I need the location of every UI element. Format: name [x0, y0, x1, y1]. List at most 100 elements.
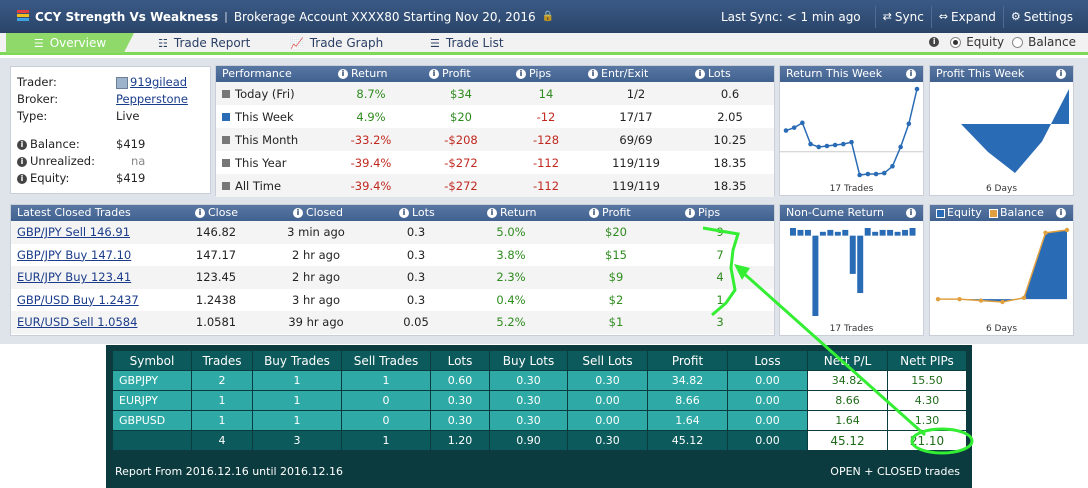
- symbol-cell: EURJPY: [112, 390, 192, 411]
- chart-footer: 6 Days: [985, 184, 1018, 194]
- profit-cell: -$272: [444, 155, 478, 170]
- trade-link[interactable]: EUR/USD Sell 1.0584: [17, 315, 137, 329]
- info-icon[interactable]: i: [929, 37, 940, 47]
- report-col-header[interactable]: Buy Trades: [252, 350, 342, 371]
- equity-balance-chart: [935, 227, 1070, 305]
- col-closed[interactable]: i Closed: [293, 205, 343, 221]
- info-icon[interactable]: i: [17, 139, 27, 150]
- bar: [872, 231, 879, 236]
- report-col-header[interactable]: Lots: [430, 350, 490, 371]
- sync-icon: ⇄: [882, 10, 892, 23]
- trader-link[interactable]: 919gilead: [130, 75, 187, 89]
- tab-trade-graph[interactable]: 📈 Trade Graph: [290, 33, 383, 53]
- col-entr-exit-label: Entr/Exit: [601, 67, 649, 80]
- report-table: Symbol Trades Buy Trades Sell Trades Lots Buy…: [112, 350, 967, 451]
- bar: [819, 231, 826, 236]
- return-cell: 0.4%: [496, 292, 526, 307]
- period-label: This Month: [235, 132, 299, 147]
- data-point: [832, 142, 838, 148]
- profit-cell: $20: [450, 109, 472, 124]
- equity-radio[interactable]: [950, 36, 962, 48]
- overview-icon: ☰: [33, 36, 44, 50]
- profit-cell: $9: [566, 266, 666, 289]
- report-total-row: 4 3 1 1.20 0.90 0.30 45.12 0.00 45.12 21.10: [112, 430, 967, 451]
- col-pips[interactable]: i Pips: [685, 205, 720, 221]
- report-col-header[interactable]: Loss: [727, 350, 808, 371]
- calendar-icon: [222, 90, 230, 98]
- col-close[interactable]: i Close: [195, 205, 238, 221]
- chart-header: Profit This Week i: [930, 66, 1073, 82]
- expand-icon: ⇔: [938, 10, 949, 23]
- report-col-header[interactable]: Buy Lots: [489, 350, 568, 371]
- report-col-header[interactable]: Profit: [647, 350, 728, 371]
- col-profit[interactable]: i Profit: [589, 205, 631, 221]
- info-icon[interactable]: i: [17, 156, 27, 167]
- balance-point: [1021, 295, 1027, 300]
- table-row: GBP/USD Buy 1.2437 1.2438 3 hr ago 0.3 0…: [11, 289, 774, 312]
- bar: [879, 229, 886, 236]
- report-cell: 45.12: [807, 430, 888, 451]
- info-icon: i: [338, 69, 348, 79]
- calendar-icon: [222, 159, 230, 167]
- data-point: [808, 141, 813, 147]
- col-return-label: Return: [500, 206, 537, 219]
- col-entr-exit[interactable]: i Entr/Exit: [588, 66, 648, 82]
- col-pips-label: Pips: [698, 206, 721, 219]
- table-row: This Week 4.9% $20 -12 17/17 2.05: [216, 105, 774, 128]
- trade-link[interactable]: EUR/JPY Buy 123.41: [17, 270, 131, 284]
- period-cell: This Week: [216, 105, 326, 128]
- profit-area: [934, 89, 1069, 173]
- symbol-cell: [112, 430, 192, 451]
- performance-panel: Performance i Return i Profit i Pips i Entr/…: [215, 65, 775, 197]
- col-return[interactable]: i Return: [487, 205, 537, 221]
- report-cell: 0.30: [430, 390, 490, 411]
- bar: [887, 229, 894, 236]
- report-cell: 4: [191, 430, 253, 451]
- settings-button[interactable]: ⚙ Settings: [1002, 5, 1080, 28]
- bar: [864, 228, 871, 236]
- col-profit[interactable]: i Profit: [429, 66, 471, 82]
- col-return[interactable]: i Return: [338, 66, 388, 82]
- report-col-header[interactable]: Nett PIPs: [887, 350, 967, 371]
- col-pips[interactable]: i Pips: [516, 66, 551, 82]
- table-row: Today (Fri) 8.7% $34 14 1/2 0.6: [216, 82, 774, 105]
- report-col-header[interactable]: Symbol: [112, 350, 192, 371]
- expand-button[interactable]: ⇔ Expand: [930, 5, 1003, 28]
- tab-trade-report[interactable]: ☷ Trade Report: [158, 33, 250, 53]
- chart-footer: 17 Trades: [829, 324, 874, 334]
- sync-button[interactable]: ⇄ Sync: [874, 5, 931, 28]
- col-lots[interactable]: i Lots: [695, 66, 731, 82]
- symbol-cell: GBPUSD: [112, 410, 192, 431]
- info-icon[interactable]: i: [1056, 69, 1066, 79]
- info-icon: i: [487, 208, 497, 218]
- tab-trade-list[interactable]: ☰ Trade List: [430, 33, 504, 53]
- pips-cell: 9: [666, 221, 774, 244]
- lots-cell: 0.05: [376, 311, 456, 334]
- info-icon[interactable]: i: [906, 208, 916, 218]
- report-col-header[interactable]: Sell Trades: [341, 350, 431, 371]
- balance-radio[interactable]: [1012, 36, 1024, 48]
- line-chart-icon: 📈: [290, 36, 304, 50]
- chart-footer: 6 Days: [985, 324, 1018, 334]
- info-icon[interactable]: i: [17, 173, 27, 184]
- bar: [842, 229, 849, 236]
- balance-point: [1000, 299, 1005, 305]
- closed-trades-header: Latest Closed Trades i Close i Closed i Lot…: [11, 205, 774, 221]
- report-col-header[interactable]: Nett P/L: [807, 350, 888, 371]
- broker-label: Broker:: [17, 92, 59, 106]
- trade-link[interactable]: GBP/USD Buy 1.2437: [17, 293, 139, 307]
- info-icon[interactable]: i: [906, 69, 916, 79]
- report-col-header[interactable]: Sell Lots: [567, 350, 648, 371]
- info-icon: i: [516, 69, 526, 79]
- report-col-header[interactable]: Trades: [191, 350, 253, 371]
- tab-overview[interactable]: ☰ Overview: [6, 33, 134, 53]
- trade-link[interactable]: GBP/JPY Buy 147.10: [17, 248, 131, 262]
- trader-value[interactable]: 919gilead: [116, 75, 187, 89]
- col-lots[interactable]: i Lots: [399, 205, 435, 221]
- trade-link[interactable]: GBP/JPY Sell 146.91: [17, 225, 130, 239]
- profit-cell: -$272: [416, 174, 506, 197]
- close-cell: 146.82: [176, 221, 256, 244]
- info-icon[interactable]: i: [1056, 208, 1066, 218]
- profit-cell: $34: [416, 82, 506, 105]
- broker-link[interactable]: Pepperstone: [116, 92, 188, 106]
